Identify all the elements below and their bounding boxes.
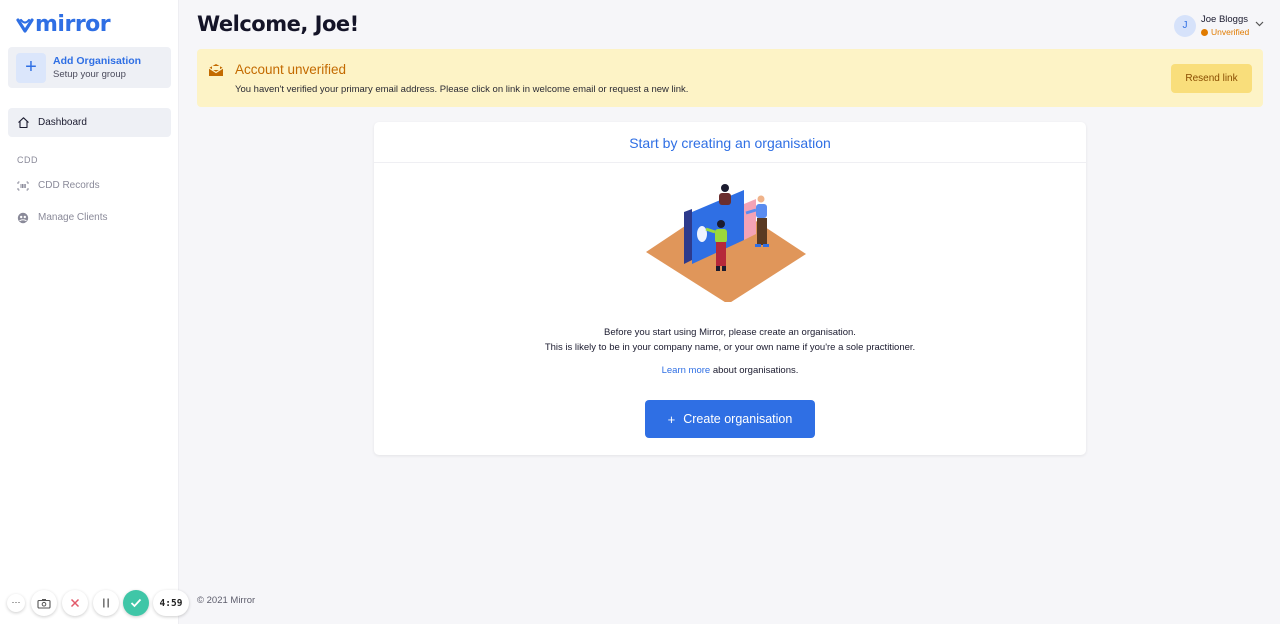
pause-icon xyxy=(103,598,109,608)
timer-text: 4:59 xyxy=(159,597,183,609)
sidebar-item-label: Dashboard xyxy=(38,117,87,128)
close-icon xyxy=(70,598,80,608)
sidebar-item-dashboard[interactable]: Dashboard xyxy=(8,108,171,137)
add-organisation-title: Add Organisation xyxy=(53,54,142,67)
recorder-camera-button[interactable] xyxy=(31,590,57,616)
unverified-banner: Account unverified You haven't verified … xyxy=(197,49,1263,107)
status-badge: Unverified xyxy=(1201,26,1249,38)
footer-copyright: © 2021 Mirror xyxy=(197,595,256,606)
recorder-more-button[interactable]: ··· xyxy=(7,594,25,612)
create-organisation-label: Create organisation xyxy=(683,412,793,426)
sidebar: mirror + Add Organisation Setup your gro… xyxy=(0,0,179,624)
page-title: Welcome, Joe! xyxy=(197,12,359,36)
logo-text: mirror xyxy=(35,12,111,37)
avatar: J xyxy=(1174,15,1196,37)
add-organisation-button[interactable]: + Add Organisation Setup your group xyxy=(8,47,171,88)
user-status-text: Unverified xyxy=(1211,27,1250,37)
card-description-line2: This is likely to be in your company nam… xyxy=(544,342,916,353)
banner-title: Account unverified xyxy=(235,62,347,77)
plus-icon: + xyxy=(16,52,46,83)
recorder-pause-button[interactable] xyxy=(93,590,119,616)
add-organisation-subtitle: Setup your group xyxy=(53,68,126,80)
sidebar-item-label: Manage Clients xyxy=(38,212,108,223)
create-organisation-button[interactable]: + Create organisation xyxy=(645,400,815,438)
camera-icon xyxy=(37,598,51,609)
sidebar-item-cdd-records[interactable]: CDD Records xyxy=(8,171,171,200)
plus-icon: + xyxy=(667,411,676,427)
section-label-cdd: CDD xyxy=(17,155,38,165)
users-icon xyxy=(16,211,30,225)
learn-more-line: Learn more about organisations. xyxy=(374,365,1086,376)
recorder-timer: 4:59 xyxy=(153,590,189,616)
user-name: Joe Bloggs xyxy=(1201,14,1249,25)
sidebar-item-label: CDD Records xyxy=(38,180,100,191)
chevron-down-icon xyxy=(1255,21,1264,27)
warning-dot-icon xyxy=(1201,28,1208,36)
mirror-logo[interactable]: mirror xyxy=(16,12,111,37)
home-icon xyxy=(16,116,30,130)
envelope-open-icon xyxy=(208,64,224,76)
card-description-line1: Before you start using Mirror, please cr… xyxy=(604,327,856,338)
card-title: Start by creating an organisation xyxy=(374,122,1086,163)
create-organisation-card: Start by creating an organisation Before… xyxy=(374,122,1086,455)
barcode-scan-icon xyxy=(16,179,30,193)
recorder-cancel-button[interactable] xyxy=(62,590,88,616)
recorder-done-button[interactable] xyxy=(123,590,149,616)
learn-more-link[interactable]: Learn more xyxy=(662,365,711,376)
team-illustration xyxy=(646,184,806,302)
check-icon xyxy=(130,598,142,608)
resend-link-button[interactable]: Resend link xyxy=(1171,64,1252,93)
user-menu[interactable]: J Joe Bloggs Unverified xyxy=(1174,14,1264,38)
mirror-logo-icon xyxy=(16,17,34,33)
learn-more-suffix: about organisations. xyxy=(710,365,799,376)
banner-message: You haven't verified your primary email … xyxy=(235,84,689,95)
sidebar-item-manage-clients[interactable]: Manage Clients xyxy=(8,203,171,232)
